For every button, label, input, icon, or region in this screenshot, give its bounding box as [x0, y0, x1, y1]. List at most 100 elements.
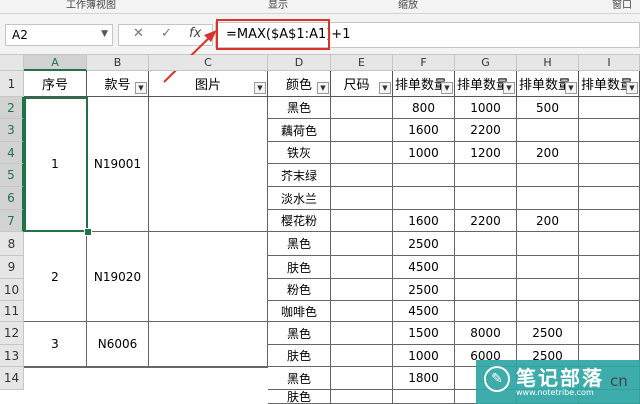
qty-cell[interactable] [455, 232, 517, 256]
qty-cell[interactable]: 2200 [455, 119, 517, 142]
qty-cell[interactable] [579, 164, 640, 187]
qty-cell[interactable]: 800 [393, 97, 455, 119]
size-cell[interactable] [331, 119, 393, 142]
qty-cell[interactable]: 1200 [455, 142, 517, 164]
color-cell[interactable]: 铁灰 [268, 142, 331, 164]
color-cell[interactable]: 黑色 [268, 367, 331, 390]
qty-cell[interactable] [455, 164, 517, 187]
color-cell[interactable]: 咖啡色 [268, 301, 331, 322]
qty-cell[interactable]: 1600 [393, 119, 455, 142]
qty-cell[interactable]: 200 [517, 210, 579, 232]
column-header-b[interactable]: B [87, 55, 149, 71]
qty-cell[interactable] [455, 256, 517, 279]
seq-cell[interactable]: 3 [24, 322, 87, 367]
qty-cell[interactable] [517, 232, 579, 256]
filter-dropdown-icon[interactable]: ▼ [317, 82, 329, 94]
qty-cell[interactable] [393, 187, 455, 210]
qty-cell[interactable] [579, 119, 640, 142]
row-header-10[interactable]: 10 [0, 279, 24, 301]
filter-dropdown-icon[interactable]: ▼ [379, 82, 391, 94]
size-cell[interactable] [331, 164, 393, 187]
qty-cell[interactable] [579, 187, 640, 210]
color-cell[interactable]: 芥末绿 [268, 164, 331, 187]
qty-cell[interactable] [579, 301, 640, 322]
seq-cell[interactable] [24, 367, 87, 368]
qty-cell[interactable]: 200 [517, 142, 579, 164]
column-header-f[interactable]: F [393, 55, 455, 71]
name-box[interactable]: A2 ▼ [5, 24, 113, 46]
qty-cell[interactable] [579, 322, 640, 345]
row-header-5[interactable]: 5 [0, 164, 24, 187]
column-header-e[interactable]: E [331, 55, 393, 71]
color-cell[interactable]: 粉色 [268, 279, 331, 301]
qty-cell[interactable]: 8000 [455, 322, 517, 345]
color-cell[interactable]: 淡水兰 [268, 187, 331, 210]
size-cell[interactable] [331, 97, 393, 119]
qty-cell[interactable]: 1000 [393, 345, 455, 367]
color-cell[interactable]: 肤色 [268, 345, 331, 367]
row-header-13[interactable]: 13 [0, 345, 24, 367]
filter-dropdown-icon[interactable]: ▼ [254, 82, 266, 94]
qty-cell[interactable] [517, 187, 579, 210]
column-header-i[interactable]: I [579, 55, 640, 71]
row-header-12[interactable]: 12 [0, 322, 24, 345]
style-no-cell[interactable]: N19020 [87, 232, 149, 322]
size-cell[interactable] [331, 210, 393, 232]
insert-function-icon[interactable]: fx [189, 26, 201, 41]
qty-cell[interactable] [455, 301, 517, 322]
fill-handle[interactable] [84, 228, 92, 236]
color-cell[interactable]: 黑色 [268, 322, 331, 345]
filter-dropdown-icon[interactable]: ▼ [135, 82, 147, 94]
select-all-corner[interactable] [0, 55, 24, 71]
qty-cell[interactable]: 2500 [517, 322, 579, 345]
size-cell[interactable] [331, 142, 393, 164]
qty-cell[interactable] [455, 187, 517, 210]
row-header-1[interactable]: 1 [0, 71, 24, 97]
row-header-3[interactable]: 3 [0, 119, 24, 142]
column-header-h[interactable]: H [517, 55, 579, 71]
row-header-4[interactable]: 4 [0, 142, 24, 164]
qty-cell[interactable]: 2200 [455, 210, 517, 232]
row-header-14[interactable]: 14 [0, 367, 24, 390]
size-cell[interactable] [331, 322, 393, 345]
qty-cell[interactable]: 1500 [393, 322, 455, 345]
qty-cell[interactable]: 1000 [393, 142, 455, 164]
size-cell[interactable] [331, 256, 393, 279]
color-cell[interactable]: 黑色 [268, 232, 331, 256]
size-cell[interactable] [331, 187, 393, 210]
qty-cell[interactable]: 1600 [393, 210, 455, 232]
qty-cell[interactable]: 500 [517, 97, 579, 119]
size-cell[interactable] [331, 367, 393, 390]
qty-cell[interactable]: 4500 [393, 256, 455, 279]
qty-cell[interactable] [579, 256, 640, 279]
size-cell[interactable] [331, 345, 393, 367]
color-cell[interactable]: 藕荷色 [268, 119, 331, 142]
color-cell[interactable]: 肤色 [268, 256, 331, 279]
qty-cell[interactable] [579, 97, 640, 119]
qty-cell[interactable]: 4500 [393, 301, 455, 322]
seq-cell[interactable]: 2 [24, 232, 87, 322]
picture-cell[interactable] [149, 232, 268, 322]
qty-cell[interactable] [579, 232, 640, 256]
qty-cell[interactable] [579, 142, 640, 164]
qty-cell[interactable] [579, 279, 640, 301]
row-header-8[interactable]: 8 [0, 232, 24, 256]
filter-dropdown-icon[interactable]: ▼ [503, 82, 515, 94]
row-header-2[interactable]: 2 [0, 97, 24, 119]
chevron-down-icon[interactable]: ▼ [101, 29, 108, 39]
qty-cell[interactable] [517, 256, 579, 279]
filter-dropdown-icon[interactable]: ▼ [565, 82, 577, 94]
enter-icon[interactable]: ✓ [161, 26, 172, 41]
qty-cell[interactable] [517, 279, 579, 301]
qty-cell[interactable] [579, 210, 640, 232]
picture-cell[interactable] [149, 97, 268, 232]
picture-cell[interactable] [149, 367, 268, 368]
qty-cell[interactable] [517, 301, 579, 322]
color-cell[interactable]: 樱花粉 [268, 210, 331, 232]
seq-cell[interactable]: 1 [24, 97, 87, 232]
size-cell[interactable] [331, 232, 393, 256]
column-header-a[interactable]: A [24, 55, 87, 71]
size-cell[interactable] [331, 301, 393, 322]
qty-cell[interactable]: 2500 [393, 279, 455, 301]
cancel-icon[interactable]: ✕ [133, 26, 144, 41]
